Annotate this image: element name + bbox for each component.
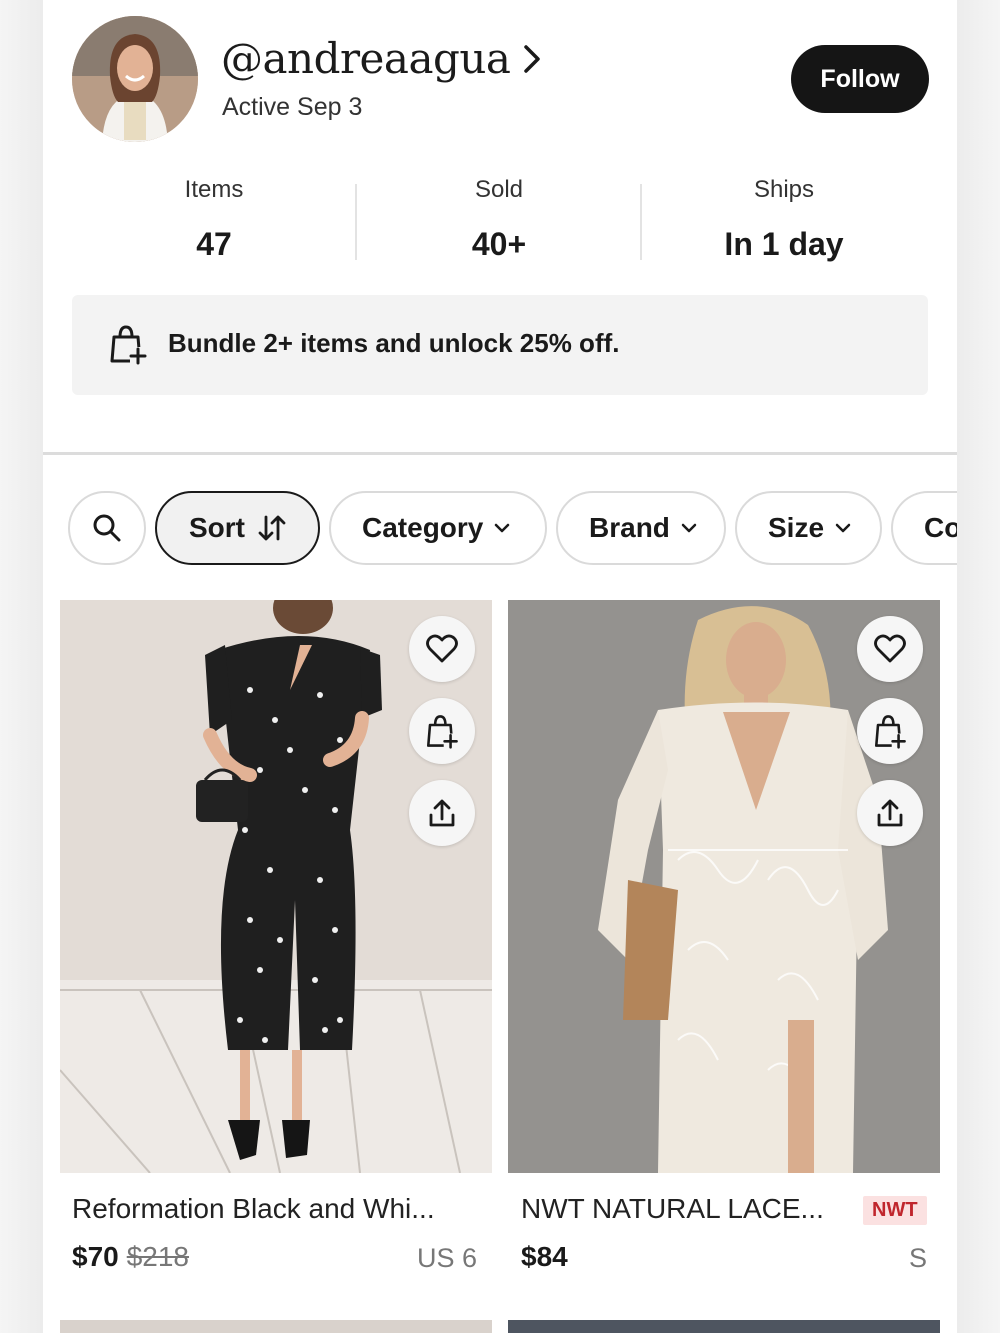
add-to-bundle-button[interactable] [857, 698, 923, 764]
shop-page: @andreaagua Active Sep 3 Follow Items 47… [43, 0, 957, 1333]
search-button[interactable] [68, 491, 146, 565]
heart-icon [426, 634, 458, 663]
current-price: $84 [521, 1241, 568, 1272]
shopping-bag-plus-icon [427, 715, 458, 749]
follow-button[interactable]: Follow [791, 45, 929, 113]
avatar[interactable] [72, 16, 198, 142]
original-price: $218 [126, 1241, 190, 1272]
share-button[interactable] [857, 780, 923, 846]
listing-price: $70 $218 [72, 1241, 189, 1273]
listing-image[interactable] [508, 1320, 940, 1333]
chevron-down-icon [495, 523, 510, 533]
brand-chip[interactable]: Brand [556, 491, 726, 565]
stat-label: Items [184, 176, 244, 203]
listing-price: $84 [521, 1241, 568, 1273]
shopping-bag-plus-icon [875, 715, 906, 749]
chevron-right-icon[interactable] [519, 42, 545, 76]
brand-label: Brand [589, 512, 670, 543]
like-button[interactable] [857, 616, 923, 682]
share-icon [877, 799, 903, 827]
share-button[interactable] [409, 780, 475, 846]
stat-ships: Ships In 1 day [642, 176, 926, 263]
stat-label: Sold [474, 176, 524, 203]
color-chip[interactable]: Co [891, 491, 957, 565]
sort-label: Sort [189, 512, 245, 543]
stat-items: Items 47 [72, 176, 356, 263]
sort-arrows-icon [258, 515, 286, 541]
share-icon [429, 799, 455, 827]
listing-image[interactable] [60, 600, 492, 1173]
like-button[interactable] [409, 616, 475, 682]
listing-image[interactable] [508, 600, 940, 1173]
size-label: Size [768, 512, 825, 543]
add-to-bundle-button[interactable] [409, 698, 475, 764]
bundle-offer-text: Bundle 2+ items and unlock 25% off. [168, 328, 620, 358]
current-price: $70 [72, 1241, 119, 1272]
shopping-bag-plus-icon [110, 325, 147, 365]
bundle-banner[interactable]: Bundle 2+ items and unlock 25% off. [72, 295, 928, 395]
listing-size: US 6 [416, 1243, 477, 1273]
stat-sold: Sold 40+ [357, 176, 641, 263]
stat-value: 40+ [471, 226, 527, 262]
listing-image[interactable] [60, 1320, 492, 1333]
section-divider [43, 452, 957, 455]
chevron-down-icon [681, 523, 697, 533]
username[interactable]: @andreaagua [221, 34, 511, 83]
listing-title[interactable]: NWT NATURAL LACE... [521, 1193, 824, 1225]
stat-label: Ships [753, 176, 815, 203]
search-icon [93, 514, 121, 542]
nwt-badge: NWT [863, 1196, 927, 1225]
right-margin [957, 0, 1000, 1333]
category-label: Category [362, 512, 484, 543]
heart-icon [874, 634, 906, 663]
left-margin [0, 0, 43, 1333]
color-label: Co [924, 512, 957, 543]
listing-size: S [908, 1243, 927, 1273]
category-chip[interactable]: Category [329, 491, 547, 565]
stat-value: In 1 day [724, 226, 844, 262]
size-chip[interactable]: Size [735, 491, 882, 565]
stat-value: 47 [196, 226, 232, 262]
last-active-text: Active Sep 3 [222, 93, 363, 121]
sort-chip[interactable]: Sort [155, 491, 320, 565]
listing-title[interactable]: Reformation Black and Whi... [72, 1193, 435, 1225]
chevron-down-icon [835, 523, 851, 533]
